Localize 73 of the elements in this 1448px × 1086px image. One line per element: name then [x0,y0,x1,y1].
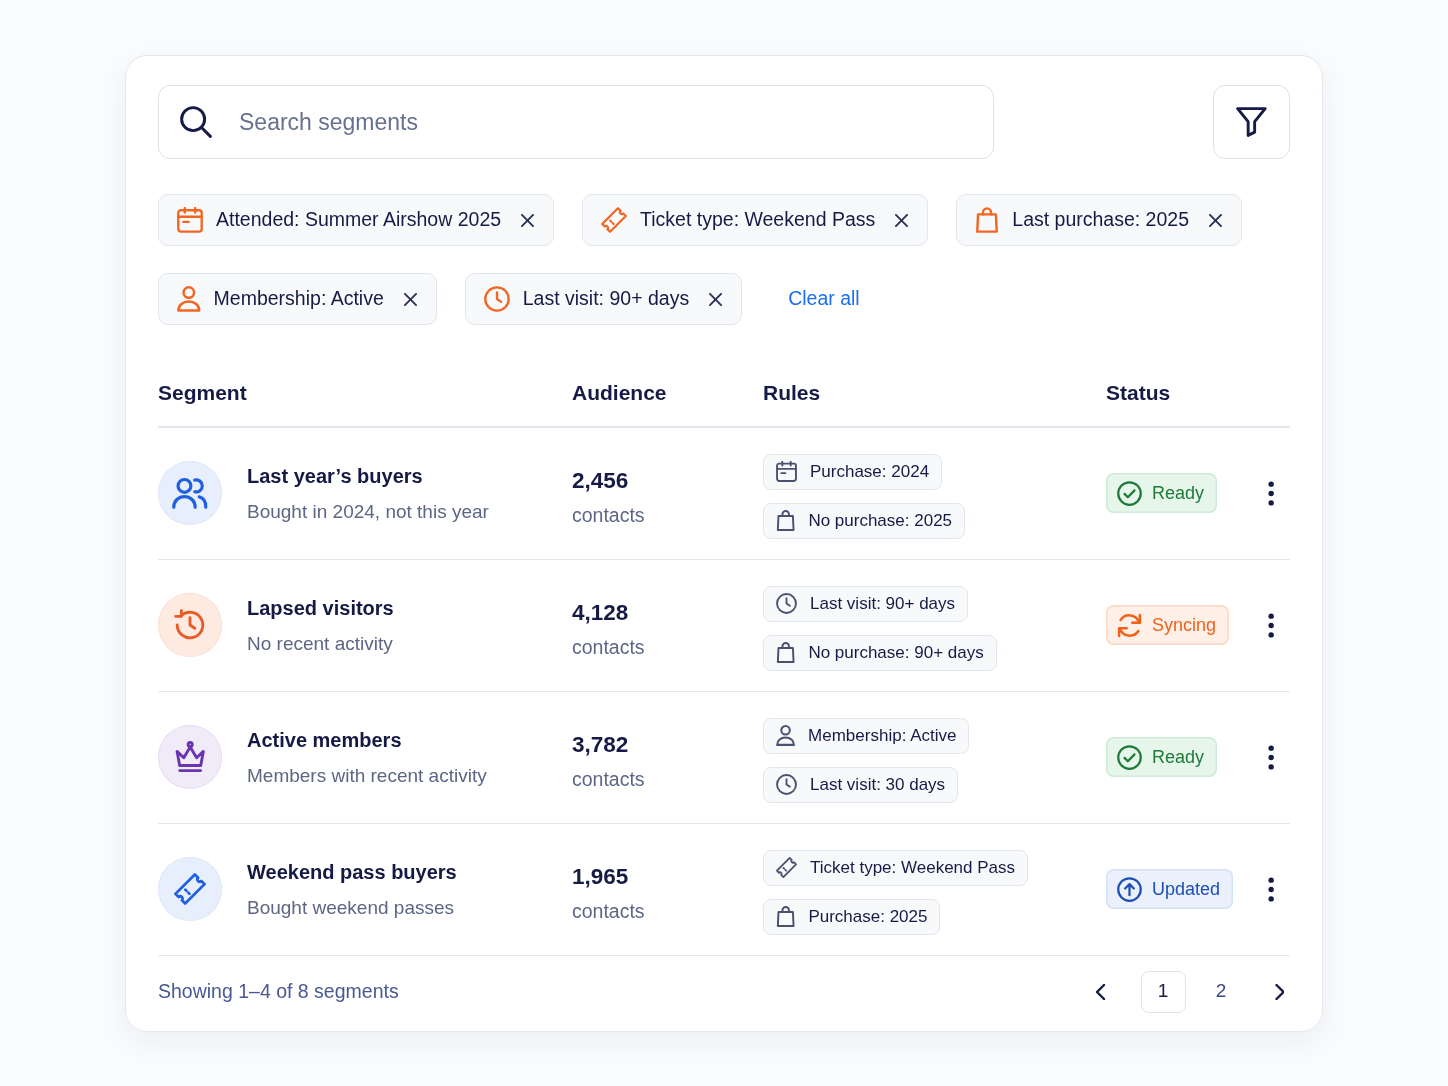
shopping-bag-icon [776,510,796,531]
segment-name: Active members [247,728,403,753]
column-header: Rules [763,380,822,406]
status-label: Updated [1152,877,1221,901]
search-field[interactable]: Search segments [158,85,994,159]
audience-count: 3,782 [572,731,630,759]
filter-label: Attended: Summer Airshow 2025 [216,207,502,233]
audience-unit: contacts [572,635,646,661]
close-icon [521,213,535,227]
audience-count: 1,965 [572,863,630,891]
clear-all-link[interactable]: Clear all [788,284,860,314]
filter-label: Last purchase: 2025 [1012,207,1189,233]
rule-label: Purchase: 2024 [810,460,930,483]
pagination-summary: Showing 1–4 of 8 segments [158,978,399,1004]
filter-button[interactable] [1213,85,1290,159]
shopping-bag-icon [776,642,796,663]
segment-name: Lapsed visitors [247,596,394,621]
close-icon [709,292,723,306]
ticket-icon [601,207,628,233]
person-icon [776,725,796,746]
filter-label: Last visit: 90+ days [522,286,690,312]
page-button[interactable]: 1 [1140,970,1186,1013]
rule-label: Last visit: 90+ days [810,592,956,615]
segment-description: No recent activity [247,632,394,657]
status-label: Ready [1152,481,1205,505]
filter-label: Ticket type: Weekend Pass [640,207,876,233]
vertical-dots-icon [1267,876,1274,902]
status-label: Ready [1152,745,1205,769]
vertical-dots-icon [1267,612,1274,638]
page-button[interactable]: 2 [1198,970,1244,1013]
segment-name: Last year’s buyers [247,464,424,489]
segment-description: Bought weekend passes [247,896,456,921]
check-circle-icon [1117,480,1142,506]
rule-label: Ticket type: Weekend Pass [810,856,1016,879]
column-header: Status [1106,380,1172,406]
rule-label: Purchase: 2025 [808,905,928,928]
audience-unit: contacts [572,899,646,925]
close-icon [403,292,417,306]
filter-icon [1236,107,1267,137]
audience-count: 2,456 [572,467,630,495]
clock-icon [776,774,797,795]
calendar-icon [177,207,203,233]
audience-count: 4,128 [572,599,630,627]
audience-unit: contacts [572,503,646,529]
vertical-dots-icon [1267,744,1274,770]
chevron-right-icon [1274,983,1284,1000]
chevron-left-icon [1096,983,1106,1000]
filter-label: Membership: Active [213,286,384,312]
rule-label: Last visit: 30 days [810,773,946,796]
rule-label: Membership: Active [808,724,957,747]
search-icon [180,106,212,138]
ticket-icon [776,857,797,878]
rule-label: No purchase: 2025 [808,509,953,532]
audience-unit: contacts [572,767,646,793]
person-icon [177,286,201,312]
sync-icon [1117,612,1142,638]
status-label: Syncing [1152,613,1217,637]
vertical-dots-icon [1267,480,1274,506]
close-icon [895,213,909,227]
segment-description: Bought in 2024, not this year [247,500,489,525]
arrow-up-circle-icon [1117,876,1142,902]
clock-icon [483,286,510,312]
segment-description: Members with recent activity [247,764,487,789]
clock-icon [776,593,797,614]
close-icon [1209,213,1222,227]
segment-name: Weekend pass buyers [247,860,457,885]
calendar-icon [776,461,797,482]
rule-label: No purchase: 90+ days [808,641,984,664]
column-header: Segment [158,380,248,406]
shopping-bag-icon [776,906,796,927]
shopping-bag-icon [975,207,1000,233]
column-header: Audience [572,380,668,406]
check-circle-icon [1117,744,1142,770]
